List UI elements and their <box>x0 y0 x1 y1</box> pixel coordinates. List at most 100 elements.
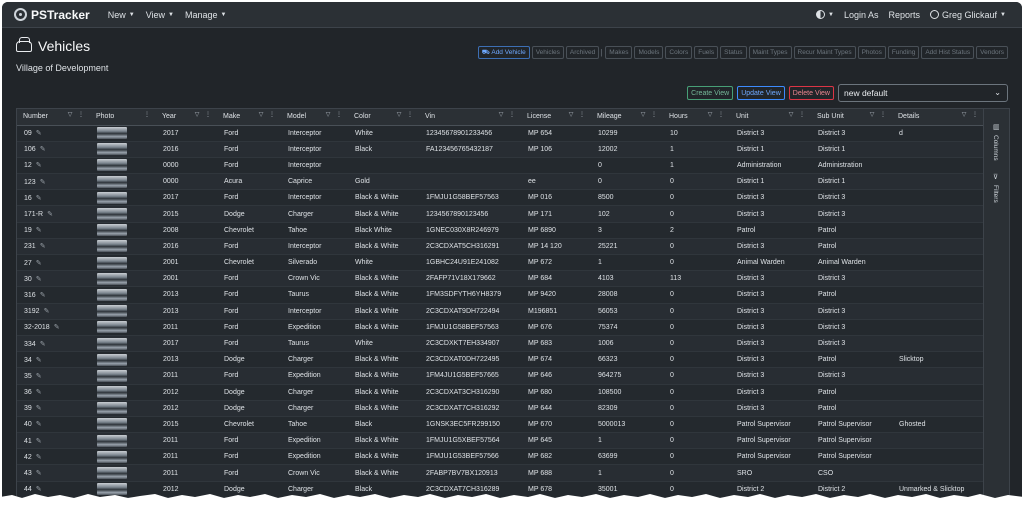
funding-button[interactable]: Funding <box>887 46 920 59</box>
status-button[interactable]: Status <box>720 46 747 59</box>
pencil-icon[interactable]: ✎ <box>54 324 60 331</box>
filters-tab[interactable]: Filters <box>992 185 999 203</box>
pencil-icon[interactable]: ✎ <box>36 421 42 428</box>
column-header-unit[interactable]: Unit ▽ ⋮ <box>730 109 811 126</box>
pencil-icon[interactable]: ✎ <box>36 438 42 445</box>
table-row[interactable]: 32-2018 ✎ 2011 Ford Expedition Black & White 1… <box>17 319 984 336</box>
pencil-icon[interactable]: ✎ <box>36 357 42 364</box>
pencil-icon[interactable]: ✎ <box>36 260 42 267</box>
colors-button[interactable]: Colors <box>665 46 693 59</box>
vehicle-photo-thumbnail[interactable] <box>97 191 127 204</box>
user-menu[interactable]: Greg Glickauf ▼ <box>930 10 1006 20</box>
vehicle-photo-thumbnail[interactable] <box>97 418 127 431</box>
table-row[interactable]: 106 ✎ 2016 Ford Interceptor Black FA1234567654… <box>17 141 984 158</box>
table-row[interactable]: 123 ✎ 0000 Acura Caprice Gold ee 0 0 District 1 Di… <box>17 173 984 191</box>
nav-menu-new[interactable]: New ▼ <box>108 10 135 20</box>
pencil-icon[interactable]: ✎ <box>44 308 50 315</box>
pencil-icon[interactable]: ✎ <box>36 195 42 202</box>
column-header-license[interactable]: License ▽ ⋮ <box>521 109 591 126</box>
pencil-icon[interactable]: ✎ <box>47 211 53 218</box>
pencil-icon[interactable]: ✎ <box>36 227 42 234</box>
vehicle-photo-thumbnail[interactable] <box>97 175 127 188</box>
table-row[interactable]: 30 ✎ 2001 Ford Crown Vic Black & White 2FAFP71… <box>17 270 984 288</box>
vehicle-photo-thumbnail[interactable] <box>97 127 127 140</box>
vehicle-photo-thumbnail[interactable] <box>97 272 127 285</box>
table-row[interactable]: 36 ✎ 2012 Dodge Charger Black & White 2C3CDXAT… <box>17 384 984 401</box>
column-menu-icon[interactable]: ▽ ⋮ <box>326 111 344 118</box>
column-header-hours[interactable]: Hours ▽ ⋮ <box>663 109 730 126</box>
add-hist-status-button[interactable]: Add Hist Status <box>921 46 975 59</box>
photos-button[interactable]: Photos <box>857 46 886 59</box>
column-header-year[interactable]: Year ▽ ⋮ <box>156 109 217 126</box>
table-row[interactable]: 334 ✎ 2017 Ford Taurus White 2C3CDXKT7EH334907… <box>17 335 984 353</box>
vehicle-photo-thumbnail[interactable] <box>97 369 127 382</box>
pencil-icon[interactable]: ✎ <box>36 470 42 477</box>
theme-toggle[interactable]: ▼ <box>816 10 834 19</box>
vehicle-photo-thumbnail[interactable] <box>97 159 127 172</box>
vehicle-photo-thumbnail[interactable] <box>97 305 127 318</box>
column-menu-icon[interactable]: ▽ ⋮ <box>708 111 726 118</box>
column-header-photo[interactable]: Photo ⋮ <box>90 109 156 126</box>
table-row[interactable]: 171-R ✎ 2015 Dodge Charger Black & White 12345… <box>17 205 984 223</box>
pencil-icon[interactable]: ✎ <box>36 373 42 380</box>
vehicle-photo-thumbnail[interactable] <box>97 256 127 269</box>
table-row[interactable]: 19 ✎ 2008 Chevrolet Tahoe Black White 1GNEC030… <box>17 222 984 239</box>
pencil-icon[interactable]: ✎ <box>36 276 42 283</box>
column-menu-icon[interactable]: ▽ ⋮ <box>641 111 659 118</box>
vehicles-button[interactable]: Vehicles <box>531 46 564 59</box>
vehicle-photo-thumbnail[interactable] <box>97 386 127 399</box>
table-row[interactable]: 34 ✎ 2013 Dodge Charger Black & White 2C3CDXAT… <box>17 351 984 369</box>
fuels-button[interactable]: Fuels <box>694 46 719 59</box>
column-menu-icon[interactable]: ▽ ⋮ <box>259 111 277 118</box>
vehicle-photo-thumbnail[interactable] <box>97 143 127 156</box>
column-header-number[interactable]: Number ▽ ⋮ <box>17 109 90 126</box>
table-row[interactable]: 40 ✎ 2015 Chevrolet Tahoe Black 1GNSK3EC5FR299… <box>17 416 984 434</box>
column-header-make[interactable]: Make ▽ ⋮ <box>217 109 281 126</box>
vehicle-photo-thumbnail[interactable] <box>97 288 127 301</box>
pencil-icon[interactable]: ✎ <box>40 243 46 250</box>
models-button[interactable]: Models <box>634 46 664 59</box>
table-row[interactable]: 09 ✎ 2017 Ford Interceptor White 1234567890123… <box>17 125 984 142</box>
pencil-icon[interactable]: ✎ <box>36 130 42 137</box>
table-row[interactable]: 35 ✎ 2011 Ford Expedition Black & White 1FM4JU… <box>17 367 984 385</box>
vehicle-photo-thumbnail[interactable] <box>97 240 127 253</box>
pencil-icon[interactable]: ✎ <box>36 162 42 169</box>
pencil-icon[interactable]: ✎ <box>36 405 42 412</box>
table-row[interactable]: 316 ✎ 2013 Ford Taurus Black & White 1FM3SDFYT… <box>17 286 984 304</box>
table-row[interactable]: 41 ✎ 2011 Ford Expedition Black & White 1FMJU1… <box>17 432 984 450</box>
vehicle-photo-thumbnail[interactable] <box>97 467 127 480</box>
column-menu-icon[interactable]: ▽ ⋮ <box>68 111 86 118</box>
makes-button[interactable]: Makes <box>605 46 633 59</box>
table-row[interactable]: 43 ✎ 2011 Ford Crown Vic Black & White 2FABP7B… <box>17 464 984 482</box>
maint-types-button[interactable]: Maint Types <box>748 46 792 59</box>
recur-maint-types-button[interactable]: Recur Maint Types <box>793 46 856 59</box>
vendors-button[interactable]: Vendors <box>976 46 1008 59</box>
column-header-sub-unit[interactable]: Sub Unit ▽ ⋮ <box>811 109 892 126</box>
column-header-color[interactable]: Color ▽ ⋮ <box>348 109 419 126</box>
vehicle-photo-thumbnail[interactable] <box>97 208 127 221</box>
pencil-icon[interactable]: ✎ <box>40 292 46 299</box>
delete-view-button[interactable]: Delete View <box>788 86 834 100</box>
nav-menu-manage[interactable]: Manage ▼ <box>185 10 226 20</box>
view-select[interactable]: new default ⌄ <box>838 84 1008 102</box>
table-row[interactable]: 16 ✎ 2017 Ford Interceptor Black & White 1FMJU… <box>17 189 984 207</box>
table-row[interactable]: 3192 ✎ 2013 Ford Interceptor Black & White 2C3… <box>17 303 984 320</box>
table-row[interactable]: 12 ✎ 0000 Ford Interceptor 0 1 Administration Ad… <box>17 157 984 175</box>
vehicle-photo-thumbnail[interactable] <box>97 402 127 415</box>
table-row[interactable]: 27 ✎ 2001 Chevrolet Silverado White 1GBHC24U91… <box>17 254 984 272</box>
vehicle-photo-thumbnail[interactable] <box>97 337 127 350</box>
brand[interactable]: PSTracker <box>14 8 90 22</box>
column-menu-icon[interactable]: ▽ ⋮ <box>789 111 807 118</box>
vehicle-photo-thumbnail[interactable] <box>97 353 127 366</box>
pencil-icon[interactable]: ✎ <box>40 341 46 348</box>
columns-tab[interactable]: Columns <box>992 135 999 161</box>
create-view-button[interactable]: Create View <box>687 86 734 100</box>
vehicle-photo-thumbnail[interactable] <box>97 224 127 237</box>
pencil-icon[interactable]: ✎ <box>40 179 46 186</box>
pencil-icon[interactable]: ✎ <box>36 454 42 461</box>
vehicle-photo-thumbnail[interactable] <box>97 450 127 463</box>
update-view-button[interactable]: Update View <box>737 86 785 100</box>
table-row[interactable]: 42 ✎ 2011 Ford Expedition Black & White 1FMJU1… <box>17 448 984 466</box>
nav-menu-view[interactable]: View ▼ <box>146 10 174 20</box>
add-vehicle-button[interactable]: ⛟ Add Vehicle <box>477 46 530 59</box>
